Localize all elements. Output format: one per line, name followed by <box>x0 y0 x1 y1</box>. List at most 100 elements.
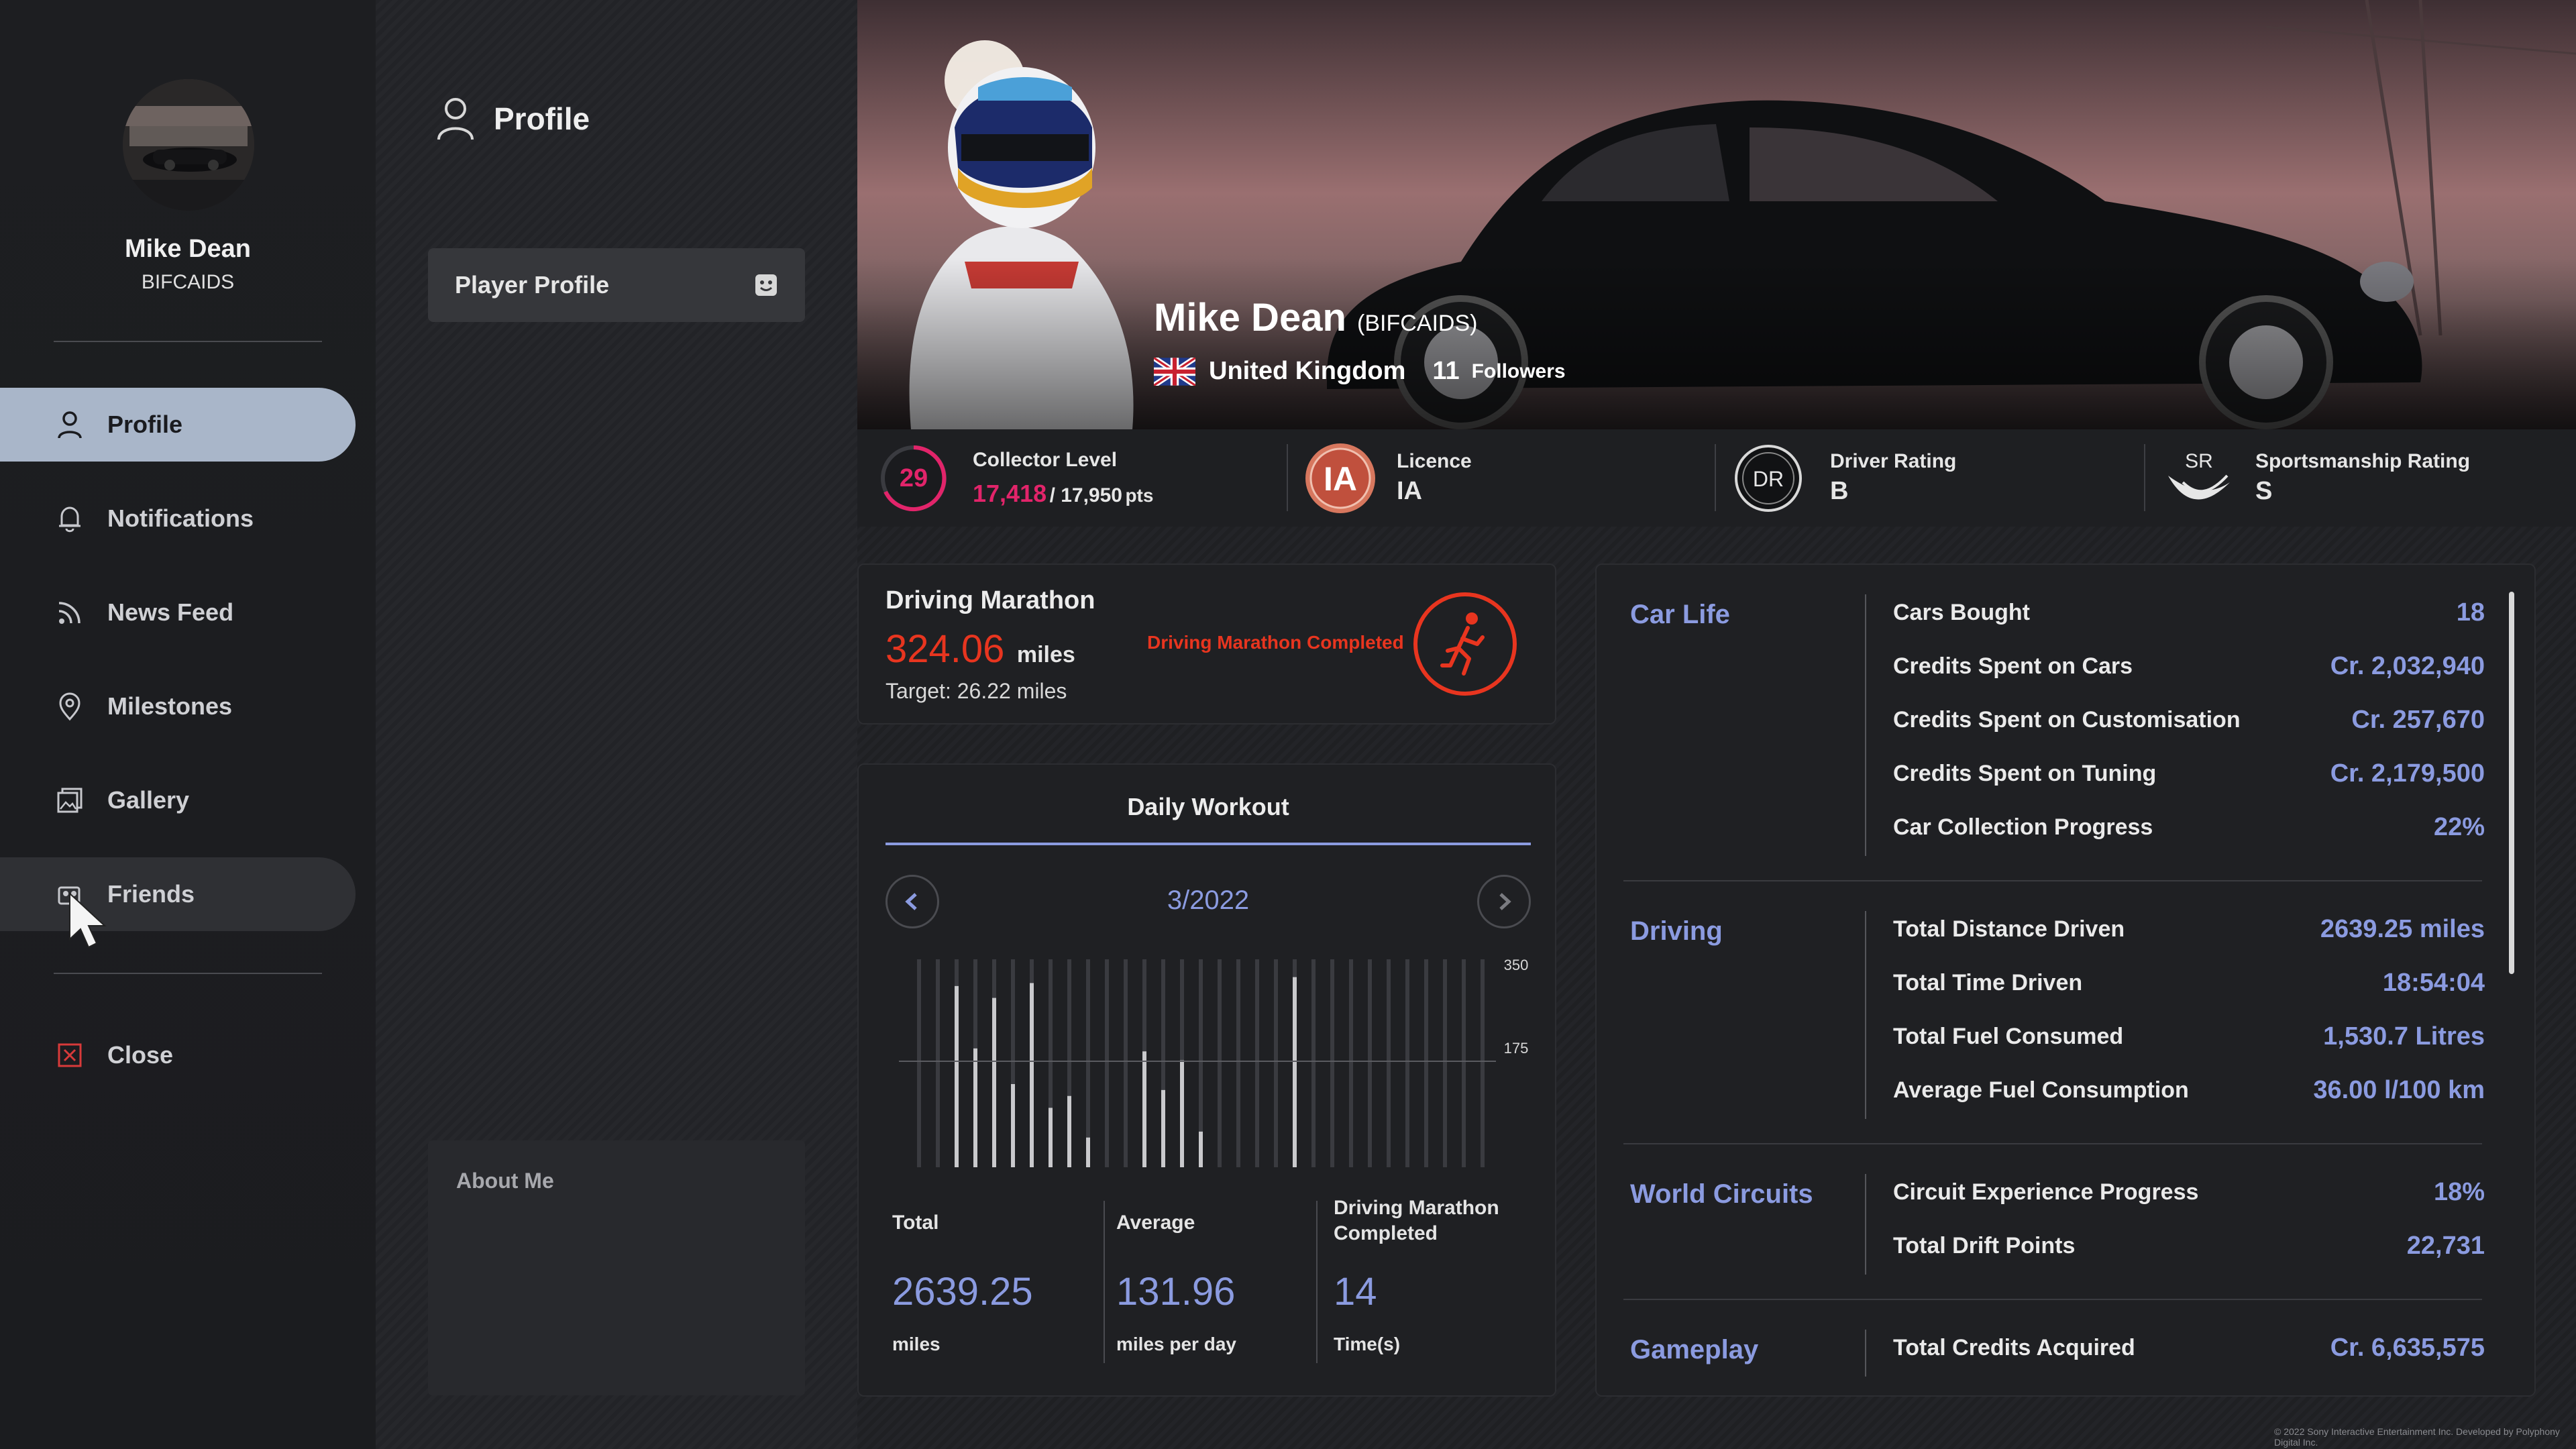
bar-day-7 <box>1030 983 1034 1167</box>
record-label: Total Drift Points <box>1893 1233 2076 1258</box>
next-month-button[interactable] <box>1477 875 1531 928</box>
about-me-label: About Me <box>456 1169 554 1193</box>
record-value: 1,530.7 Litres <box>2323 1022 2485 1051</box>
bar-track <box>1462 959 1466 1167</box>
bar-day-3 <box>955 985 959 1167</box>
sidebar-item-milestones[interactable]: Milestones <box>0 669 356 743</box>
stat-divider <box>1316 1201 1318 1363</box>
y-tick-label: 175 <box>1504 1040 1529 1057</box>
stat-divider <box>1287 444 1288 511</box>
bar-day-9 <box>1067 1095 1071 1167</box>
record-label: Average Fuel Consumption <box>1893 1077 2189 1103</box>
avatar[interactable] <box>123 79 254 211</box>
driver-rating-badge-text: DR <box>1753 467 1784 491</box>
sidebar-item-label: Close <box>107 1041 174 1069</box>
total-unit: miles <box>892 1334 941 1354</box>
record-value: Cr. 257,670 <box>2351 706 2485 734</box>
bar-day-10 <box>1086 1137 1090 1167</box>
record-label: Total Fuel Consumed <box>1893 1024 2124 1049</box>
record-value: 36.00 l/100 km <box>2313 1076 2485 1104</box>
y-tick-label: 350 <box>1504 957 1529 973</box>
stat-divider <box>2144 444 2145 511</box>
sportsmanship-value: S <box>2255 477 2273 505</box>
sidebar-item-profile[interactable]: Profile <box>0 388 356 462</box>
collector-level-badge: 29 <box>881 445 947 511</box>
scrollbar-thumb[interactable] <box>2509 592 2514 974</box>
bar-track <box>1481 959 1485 1167</box>
sidebar-item-label: Milestones <box>107 692 233 720</box>
daily-workout-card: Daily Workout 3/2022 350 175 Total 2639.… <box>857 763 1556 1397</box>
chevron-right-icon <box>1499 893 1511 910</box>
record-value: 18 <box>2456 598 2485 627</box>
record-value: 22% <box>2433 813 2485 841</box>
sidebar-item-label: News Feed <box>107 598 234 626</box>
player-profile-button[interactable]: Player Profile <box>428 248 805 322</box>
sportsmanship-rating-badge: SR <box>2168 450 2230 499</box>
sidebar-divider <box>54 973 322 974</box>
licence-badge: IA <box>1305 443 1375 513</box>
bar-track <box>917 959 921 1167</box>
record-section-divider <box>1865 594 1866 856</box>
bar-day-21 <box>1293 977 1297 1167</box>
record-label: Circuit Experience Progress <box>1893 1179 2199 1205</box>
hero-meta: United Kingdom 11 Followers <box>1154 357 1566 386</box>
licence-stat: IA Licence IA <box>1303 429 1472 527</box>
rss-icon <box>55 598 85 627</box>
sidebar-user-id: BIFCAIDS <box>141 271 235 293</box>
sidebar-item-notifications[interactable]: Notifications <box>0 482 356 555</box>
record-value: Cr. 2,032,940 <box>2330 652 2485 680</box>
sidebar-item-news-feed[interactable]: News Feed <box>0 576 356 649</box>
records-list: Car Life Cars Bought 18 Credits Spent on Ca… <box>1597 565 2534 1395</box>
collector-level-label: Collector Level <box>973 448 1118 471</box>
record-label: Credits Spent on Customisation <box>1893 707 2241 733</box>
sidebar-item-label: Friends <box>107 880 195 908</box>
record-label: Total Time Driven <box>1893 970 2083 996</box>
record-section-divider <box>1865 1174 1866 1275</box>
sidebar-item-label: Gallery <box>107 786 190 814</box>
total-label: Total <box>892 1212 939 1234</box>
daily-workout-chart: 350 175 <box>899 957 1529 1167</box>
bar-day-16 <box>1199 1131 1203 1167</box>
location-pin-icon <box>55 692 85 721</box>
sidebar-item-close[interactable]: Close <box>0 1018 356 1092</box>
period-label: 3/2022 <box>1167 885 1250 915</box>
record-section-divider <box>1865 911 1866 1119</box>
bar-track <box>1405 959 1409 1167</box>
record-section-title: Driving <box>1630 916 1723 946</box>
completed-unit: Time(s) <box>1334 1334 1401 1354</box>
bar-track <box>1424 959 1428 1167</box>
driver-rating-badge: DR <box>1735 444 1802 512</box>
bar-day-8 <box>1049 1108 1053 1167</box>
record-value: 22,731 <box>2406 1232 2485 1260</box>
marathon-value: 324.06 <box>885 627 1005 671</box>
average-label: Average <box>1116 1212 1195 1234</box>
marathon-target: Target: 26.22 miles <box>885 679 1067 703</box>
licence-badge-text: IA <box>1324 460 1357 498</box>
sportsmanship-label: Sportsmanship Rating <box>2255 450 2471 472</box>
sidebar-item-friends[interactable]: Friends <box>0 857 356 931</box>
bell-icon <box>55 504 85 533</box>
sidebar-item-gallery[interactable]: Gallery <box>0 763 356 837</box>
sportsmanship-badge-text: SR <box>2185 450 2213 472</box>
followers-label[interactable]: Followers <box>1472 360 1566 383</box>
about-me-panel[interactable]: About Me <box>428 1140 805 1395</box>
bar-track <box>1274 959 1278 1167</box>
record-value: 18:54:04 <box>2382 969 2485 997</box>
uk-flag-icon <box>1154 357 1195 386</box>
driving-marathon-card[interactable]: Driving Marathon 324.06 miles Target: 26… <box>857 564 1556 724</box>
collector-pts-total: / 17,950 <box>1049 484 1122 506</box>
bar-track <box>1236 959 1240 1167</box>
mouse-cursor-icon <box>67 892 114 956</box>
followers-count: 11 <box>1432 357 1460 385</box>
sidebar-item-label: Notifications <box>107 504 254 532</box>
collector-pts-unit: pts <box>1125 484 1154 506</box>
driver-rating-value: B <box>1830 477 1849 505</box>
bar-track <box>1086 959 1090 1167</box>
player-profile-label: Player Profile <box>455 271 610 299</box>
driver-rating-stat: DR Driver Rating B <box>1732 429 1956 527</box>
close-icon <box>55 1040 85 1070</box>
record-section-title: Car Life <box>1630 600 1730 629</box>
average-unit: miles per day <box>1116 1334 1236 1354</box>
bar-day-5 <box>992 998 996 1167</box>
bar-track <box>1124 959 1128 1167</box>
